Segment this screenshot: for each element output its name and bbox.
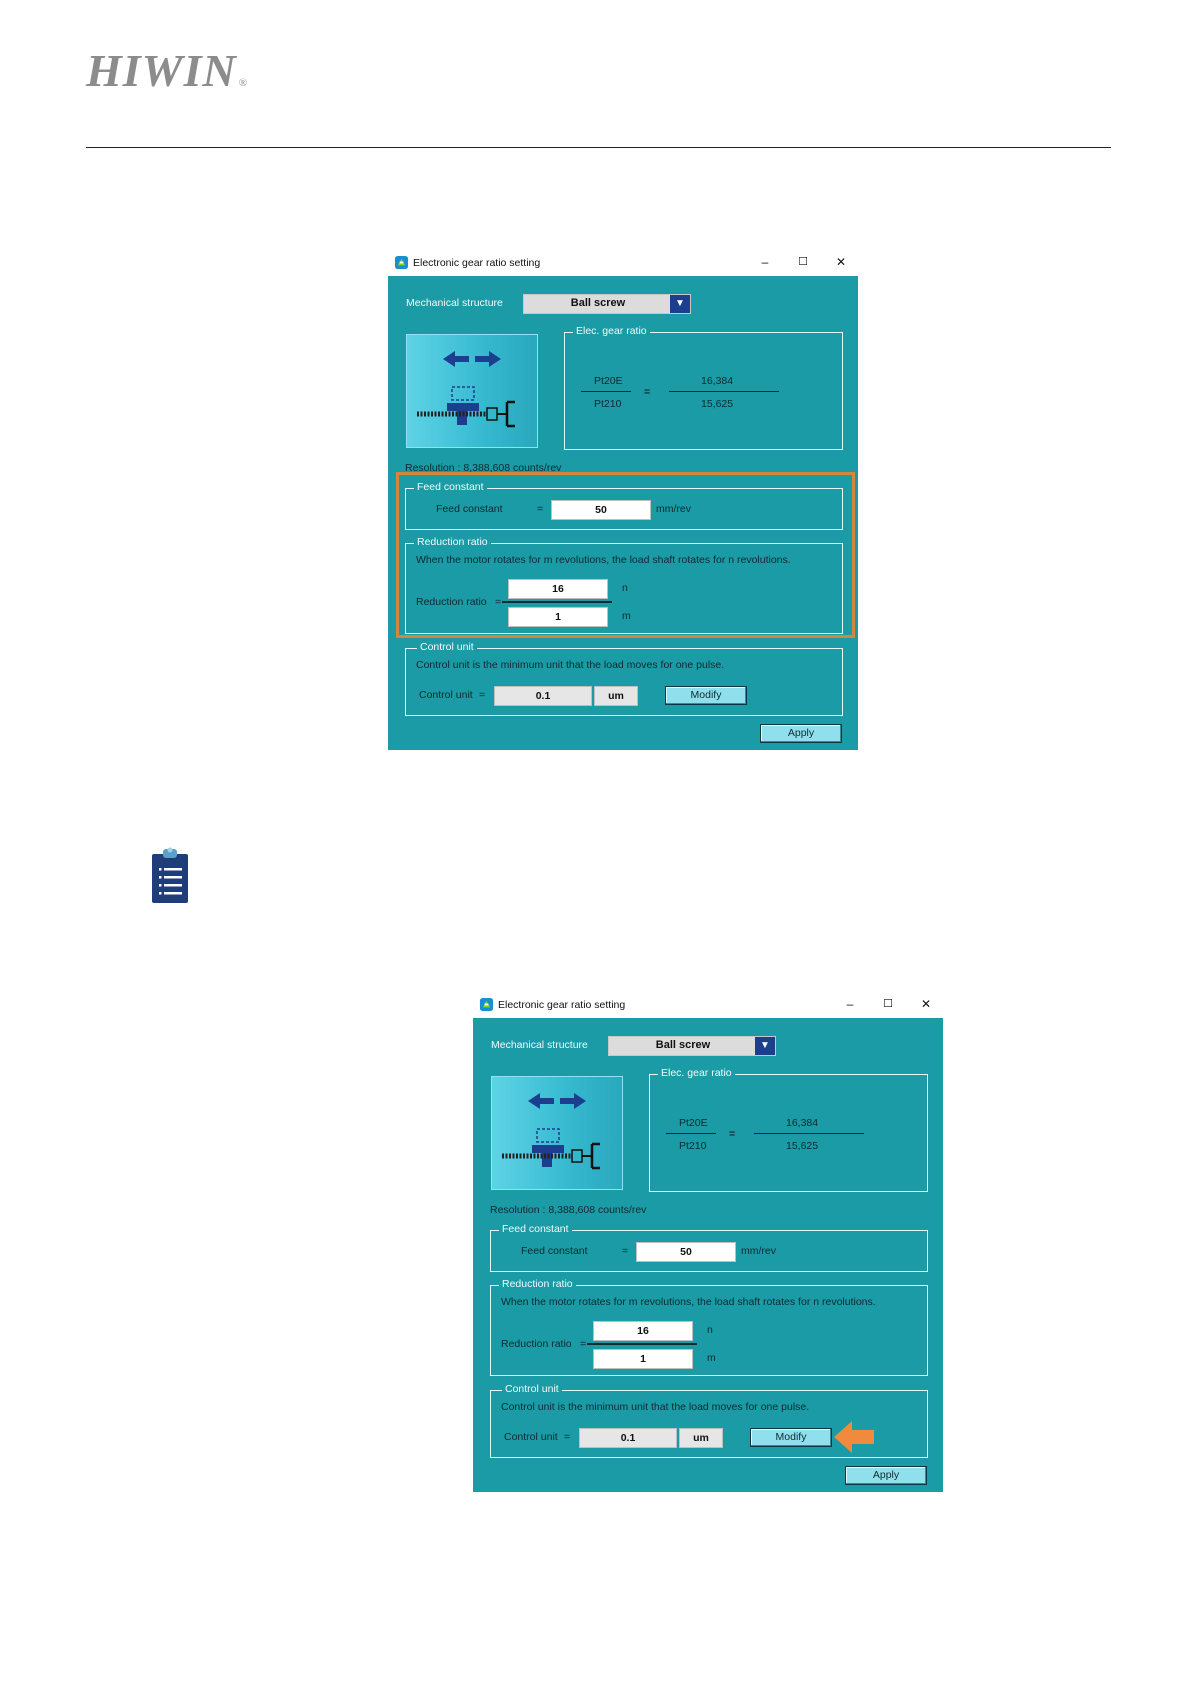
gear-ratio-app-icon (394, 255, 409, 270)
reduction-equals: = (580, 1338, 587, 1350)
modify-button[interactable]: Modify (750, 1428, 832, 1447)
param-fraction-line (666, 1133, 716, 1134)
denominator-value: 15,625 (701, 398, 734, 410)
maximize-icon[interactable]: ☐ (878, 995, 898, 1013)
apply-button[interactable]: Apply (760, 724, 842, 743)
ball-screw-diagram (406, 334, 538, 448)
orange-arrow-icon (834, 1421, 874, 1453)
dialog-titlebar: Electronic gear ratio setting – ☐ ✕ (473, 992, 943, 1018)
feed-equals: = (622, 1245, 629, 1257)
modify-button[interactable]: Modify (665, 686, 747, 705)
equals-sign: = (644, 386, 651, 398)
ball-screw-diagram (491, 1076, 623, 1190)
control-unit-desc: Control unit is the minimum unit that th… (416, 659, 725, 671)
param-fraction-line (581, 391, 631, 392)
reduction-fraction-line (587, 1343, 697, 1345)
gear-ratio-app-icon (479, 997, 494, 1012)
chevron-down-icon[interactable]: ▼ (755, 1037, 775, 1055)
numerator-value: 16,384 (701, 375, 734, 387)
reduction-n-label: n (707, 1324, 713, 1336)
pt20e-label: Pt20E (594, 375, 623, 387)
ball-screw-icon (417, 351, 515, 428)
header-rule (86, 147, 1111, 148)
minimize-icon[interactable]: – (840, 995, 860, 1013)
feed-constant-label: Feed constant (521, 1245, 588, 1257)
control-unit-label: Control unit (504, 1431, 558, 1443)
mechanical-structure-select[interactable]: Ball screw ▼ (608, 1036, 776, 1056)
numerator-value: 16,384 (786, 1117, 819, 1129)
clipboard-note-icon (152, 847, 188, 903)
control-unit-value: 0.1 (494, 686, 592, 706)
feed-reduction-highlight (396, 472, 855, 638)
minimize-icon[interactable]: – (755, 253, 775, 271)
mechanical-structure-label: Mechanical structure (406, 297, 503, 309)
control-unit-unit: um (594, 686, 638, 706)
chevron-down-icon[interactable]: ▼ (670, 295, 690, 313)
mechanical-structure-label: Mechanical structure (491, 1039, 588, 1051)
dialog-title: Electronic gear ratio setting (498, 999, 626, 1011)
control-unit-group: Control unit Control unit is the minimum… (490, 1383, 928, 1458)
denominator-value: 15,625 (786, 1140, 819, 1152)
pt210-label: Pt210 (594, 398, 622, 410)
feed-constant-group: Feed constant Feed constant = 50 mm/rev (490, 1223, 928, 1272)
resolution-text: Resolution : 8,388,608 counts/rev (490, 1204, 647, 1216)
maximize-icon[interactable]: ☐ (793, 253, 813, 271)
close-icon[interactable]: ✕ (831, 253, 851, 271)
apply-button[interactable]: Apply (845, 1466, 927, 1485)
reduction-m-input[interactable]: 1 (593, 1349, 693, 1369)
dialog-titlebar: Electronic gear ratio setting – ☐ ✕ (388, 250, 858, 276)
reduction-m-label: m (707, 1352, 716, 1364)
close-icon[interactable]: ✕ (916, 995, 936, 1013)
feed-constant-unit: mm/rev (741, 1245, 776, 1257)
gear-ratio-dialog-1: Electronic gear ratio setting – ☐ ✕ Mech… (388, 250, 858, 750)
control-unit-equals: = (564, 1431, 571, 1443)
equals-sign: = (729, 1128, 736, 1140)
control-unit-unit: um (679, 1428, 723, 1448)
control-unit-value: 0.1 (579, 1428, 677, 1448)
hiwin-logo: HIWIN ® (86, 45, 249, 96)
reduction-n-input[interactable]: 16 (593, 1321, 693, 1341)
dialog-title: Electronic gear ratio setting (413, 257, 541, 269)
value-fraction-line (669, 391, 779, 392)
ball-screw-icon (502, 1093, 600, 1170)
dialog-client: Mechanical structure Ball screw ▼ Elec. … (473, 1018, 943, 1492)
elec-gear-ratio-group: Elec. gear ratio Pt20E Pt210 = 16,384 15… (649, 1067, 928, 1192)
value-fraction-line (754, 1133, 864, 1134)
reduction-ratio-desc: When the motor rotates for m revolutions… (501, 1296, 876, 1308)
control-unit-desc: Control unit is the minimum unit that th… (501, 1401, 810, 1413)
mechanical-structure-select[interactable]: Ball screw ▼ (523, 294, 691, 314)
reduction-ratio-group: Reduction ratio When the motor rotates f… (490, 1278, 928, 1376)
reduction-ratio-label: Reduction ratio (501, 1338, 572, 1350)
control-unit-label: Control unit (419, 689, 473, 701)
feed-constant-input[interactable]: 50 (636, 1242, 736, 1262)
pt210-label: Pt210 (679, 1140, 707, 1152)
elec-gear-ratio-group: Elec. gear ratio Pt20E Pt210 = 16,384 15… (564, 325, 843, 450)
control-unit-group: Control unit Control unit is the minimum… (405, 641, 843, 716)
control-unit-equals: = (479, 689, 486, 701)
pt20e-label: Pt20E (679, 1117, 708, 1129)
gear-ratio-dialog-2: Electronic gear ratio setting – ☐ ✕ Mech… (473, 992, 943, 1492)
